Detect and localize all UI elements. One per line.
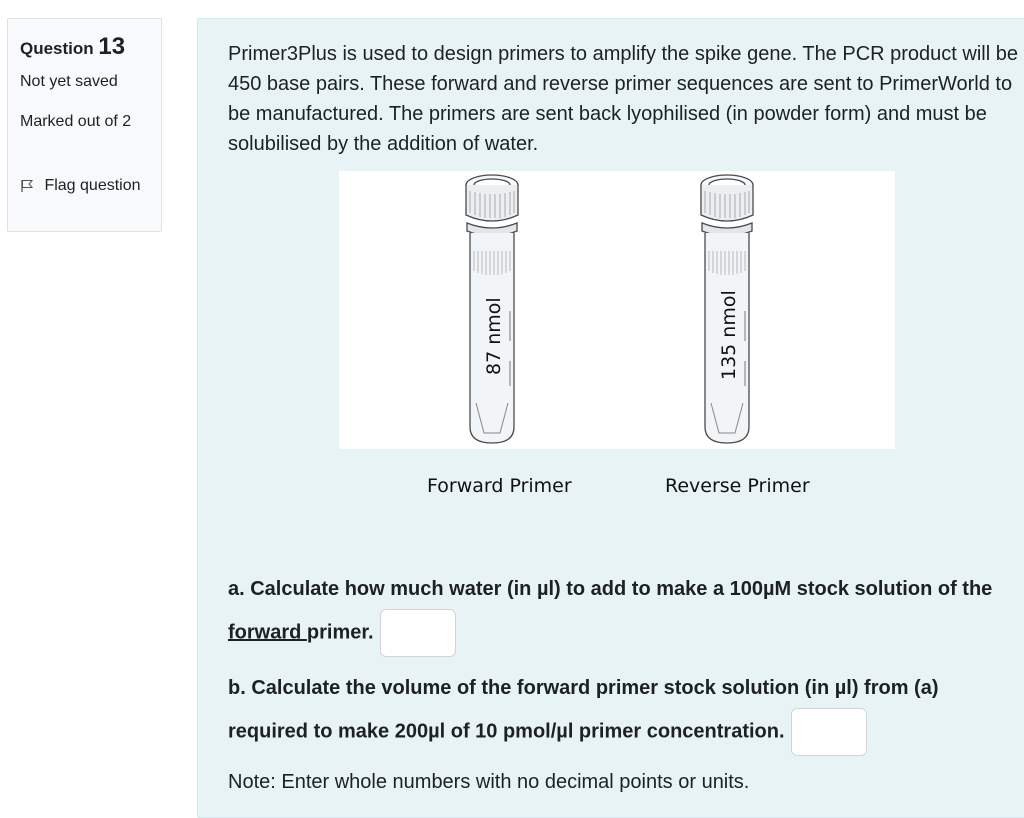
part-b-question: b. Calculate the volume of the forward p… <box>228 668 1018 756</box>
reverse-primer-caption: Reverse Primer <box>665 475 810 497</box>
question-info-panel: Question 13 Not yet saved Marked out of … <box>7 18 162 232</box>
part-b-answer-input[interactable] <box>790 708 867 756</box>
primer-tubes-figure: 87 nmol 135 nmol <box>339 171 895 449</box>
part-a-question: a. Calculate how much water (in µl) to a… <box>228 569 1018 657</box>
part-a-text-end: primer. <box>306 621 374 644</box>
tubes-illustration <box>465 174 754 444</box>
answer-note: Note: Enter whole numbers with no decima… <box>228 771 750 793</box>
question-number: Question 13 <box>20 33 125 61</box>
reverse-tube-label: 135 nmol <box>718 290 740 380</box>
question-intro: Primer3Plus is used to design primers to… <box>228 43 1018 155</box>
flag-question-label: Flag question <box>44 177 141 194</box>
forward-tube-label: 87 nmol <box>483 297 505 375</box>
part-a-text: a. Calculate how much water (in µl) to a… <box>228 578 993 600</box>
question-state: Not yet saved <box>20 73 118 90</box>
forward-primer-caption: Forward Primer <box>427 475 572 497</box>
flag-icon <box>20 177 44 194</box>
question-grade: Marked out of 2 <box>20 113 132 130</box>
question-content: Primer3Plus is used to design primers to… <box>197 18 1024 818</box>
part-a-answer-input[interactable] <box>379 609 456 657</box>
question-label: Question <box>20 39 94 58</box>
question-number-value: 13 <box>98 33 126 60</box>
flag-question-link[interactable]: Flag question <box>20 173 160 198</box>
part-a-underlined: forward <box>228 621 307 644</box>
